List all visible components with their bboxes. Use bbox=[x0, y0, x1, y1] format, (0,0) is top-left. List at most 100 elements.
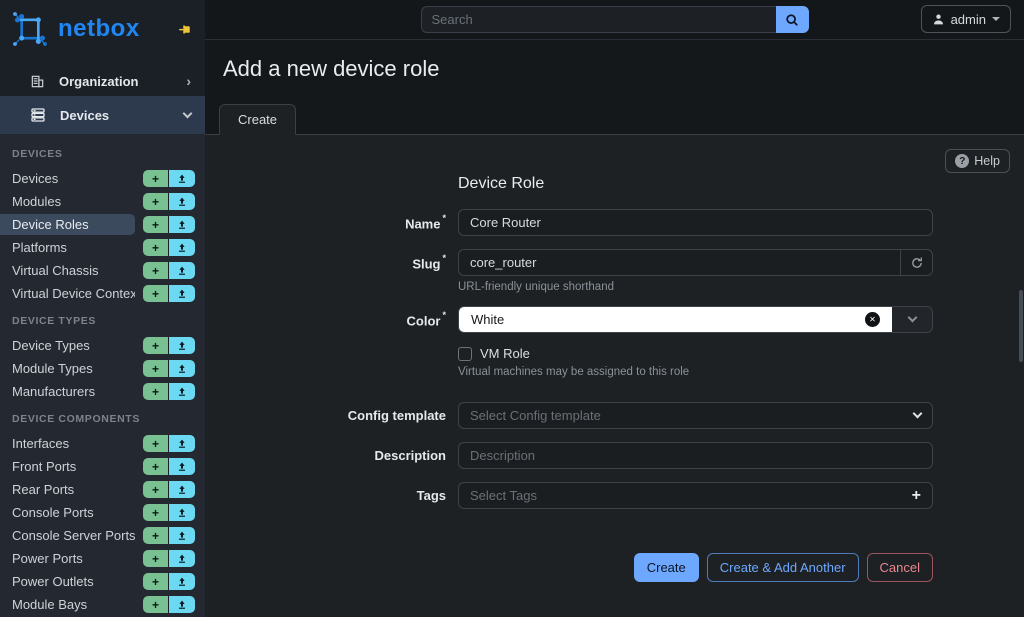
add-device-roles-button[interactable]: + bbox=[143, 216, 169, 233]
import-power-ports-button[interactable] bbox=[169, 550, 195, 567]
sidebar-row-virtual-device-contexts: Virtual Device Contexts + bbox=[0, 282, 205, 305]
add-device-types-button[interactable]: + bbox=[143, 337, 169, 354]
vm-role-label[interactable]: VM Role bbox=[480, 346, 530, 361]
sidebar-item-devices[interactable]: Devices bbox=[0, 168, 135, 189]
sidebar-row-platforms: Platforms + bbox=[0, 236, 205, 259]
upload-icon bbox=[177, 197, 187, 207]
add-interfaces-button[interactable]: + bbox=[143, 435, 169, 452]
sidebar-row-manufacturers: Manufacturers + bbox=[0, 380, 205, 403]
import-power-outlets-button[interactable] bbox=[169, 573, 195, 590]
required-marker: * bbox=[442, 310, 446, 320]
sidebar-row-device-types: Device Types + bbox=[0, 334, 205, 357]
tags-select[interactable] bbox=[458, 482, 933, 509]
sidebar-submenu: DevicesDevices+Modules+Device Roles+Plat… bbox=[0, 134, 205, 617]
sidebar-item-module-types[interactable]: Module Types bbox=[0, 358, 135, 379]
sidebar-item-module-bays[interactable]: Module Bays bbox=[0, 594, 135, 615]
sidebar-row-rear-ports: Rear Ports + bbox=[0, 478, 205, 501]
import-console-server-ports-button[interactable] bbox=[169, 527, 195, 544]
import-front-ports-button[interactable] bbox=[169, 458, 195, 475]
slug-input[interactable] bbox=[458, 249, 901, 276]
import-module-types-button[interactable] bbox=[169, 360, 195, 377]
sidebar-item-power-outlets[interactable]: Power Outlets bbox=[0, 571, 135, 592]
import-console-ports-button[interactable] bbox=[169, 504, 195, 521]
config-template-select[interactable] bbox=[458, 402, 933, 429]
create-add-another-button[interactable]: Create & Add Another bbox=[707, 553, 859, 582]
sidebar-item-rear-ports[interactable]: Rear Ports bbox=[0, 479, 135, 500]
sidebar-item-organization[interactable]: Organization › bbox=[0, 66, 205, 96]
sidebar-item-interfaces[interactable]: Interfaces bbox=[0, 433, 135, 454]
upload-icon bbox=[177, 174, 187, 184]
vm-role-helper: Virtual machines may be assigned to this… bbox=[458, 366, 933, 378]
sidebar-item-platforms[interactable]: Platforms bbox=[0, 237, 135, 258]
description-input[interactable] bbox=[458, 442, 933, 469]
import-devices-button[interactable] bbox=[169, 170, 195, 187]
add-virtual-chassis-button[interactable]: + bbox=[143, 262, 169, 279]
sidebar-item-power-ports[interactable]: Power Ports bbox=[0, 548, 135, 569]
add-platforms-button[interactable]: + bbox=[143, 239, 169, 256]
chevron-down-icon bbox=[907, 313, 917, 323]
search-input[interactable] bbox=[421, 6, 776, 33]
upload-icon bbox=[177, 531, 187, 541]
import-virtual-device-contexts-button[interactable] bbox=[169, 285, 195, 302]
add-console-ports-button[interactable]: + bbox=[143, 504, 169, 521]
quick-actions: + bbox=[143, 193, 195, 210]
sidebar-group-label-devices: Devices bbox=[0, 138, 205, 167]
import-platforms-button[interactable] bbox=[169, 239, 195, 256]
import-module-bays-button[interactable] bbox=[169, 596, 195, 613]
sidebar-item-console-ports[interactable]: Console Ports bbox=[0, 502, 135, 523]
name-input[interactable] bbox=[458, 209, 933, 236]
search-button[interactable] bbox=[776, 6, 809, 33]
user-menu-button[interactable]: admin bbox=[921, 5, 1011, 33]
color-select[interactable]: White ✕ bbox=[458, 306, 933, 333]
vm-role-checkbox[interactable] bbox=[458, 347, 472, 361]
add-modules-button[interactable]: + bbox=[143, 193, 169, 210]
add-console-server-ports-button[interactable]: + bbox=[143, 527, 169, 544]
add-devices-button[interactable]: + bbox=[143, 170, 169, 187]
add-manufacturers-button[interactable]: + bbox=[143, 383, 169, 400]
add-power-outlets-button[interactable]: + bbox=[143, 573, 169, 590]
sidebar-item-device-roles[interactable]: Device Roles bbox=[0, 214, 135, 235]
brand-name[interactable]: netbox bbox=[58, 15, 140, 43]
sidebar-item-virtual-device-contexts[interactable]: Virtual Device Contexts bbox=[0, 283, 135, 304]
add-rear-ports-button[interactable]: + bbox=[143, 481, 169, 498]
sidebar-item-modules[interactable]: Modules bbox=[0, 191, 135, 212]
regenerate-slug-button[interactable] bbox=[901, 249, 933, 276]
sidebar-item-virtual-chassis[interactable]: Virtual Chassis bbox=[0, 260, 135, 281]
create-button[interactable]: Create bbox=[634, 553, 699, 582]
import-manufacturers-button[interactable] bbox=[169, 383, 195, 400]
netbox-logo-icon[interactable] bbox=[10, 9, 50, 49]
pin-sidebar-icon[interactable] bbox=[178, 22, 193, 37]
import-interfaces-button[interactable] bbox=[169, 435, 195, 452]
import-device-types-button[interactable] bbox=[169, 337, 195, 354]
scrollbar-thumb[interactable] bbox=[1019, 290, 1023, 362]
upload-icon bbox=[177, 485, 187, 495]
user-icon bbox=[932, 13, 945, 26]
import-virtual-chassis-button[interactable] bbox=[169, 262, 195, 279]
help-button[interactable]: ? Help bbox=[945, 149, 1010, 173]
chevron-down-icon bbox=[183, 109, 193, 119]
add-power-ports-button[interactable]: + bbox=[143, 550, 169, 567]
import-modules-button[interactable] bbox=[169, 193, 195, 210]
import-device-roles-button[interactable] bbox=[169, 216, 195, 233]
quick-actions: + bbox=[143, 527, 195, 544]
add-module-bays-button[interactable]: + bbox=[143, 596, 169, 613]
sidebar-item-manufacturers[interactable]: Manufacturers bbox=[0, 381, 135, 402]
add-module-types-button[interactable]: + bbox=[143, 360, 169, 377]
sidebar-item-front-ports[interactable]: Front Ports bbox=[0, 456, 135, 477]
upload-icon bbox=[177, 462, 187, 472]
sidebar-row-console-server-ports: Console Server Ports + bbox=[0, 524, 205, 547]
slug-helper: URL-friendly unique shorthand bbox=[458, 281, 933, 293]
tab-create[interactable]: Create bbox=[219, 104, 296, 135]
add-front-ports-button[interactable]: + bbox=[143, 458, 169, 475]
sidebar-item-console-server-ports[interactable]: Console Server Ports bbox=[0, 525, 135, 546]
clear-selection-icon[interactable]: ✕ bbox=[865, 312, 880, 327]
upload-icon bbox=[177, 266, 187, 276]
sidebar-item-device-types[interactable]: Device Types bbox=[0, 335, 135, 356]
add-virtual-device-contexts-button[interactable]: + bbox=[143, 285, 169, 302]
sidebar-item-devices[interactable]: Devices bbox=[0, 96, 205, 134]
quick-actions: + bbox=[143, 481, 195, 498]
cancel-button[interactable]: Cancel bbox=[867, 553, 933, 582]
quick-actions: + bbox=[143, 337, 195, 354]
import-rear-ports-button[interactable] bbox=[169, 481, 195, 498]
nav-label: Devices bbox=[60, 108, 109, 123]
